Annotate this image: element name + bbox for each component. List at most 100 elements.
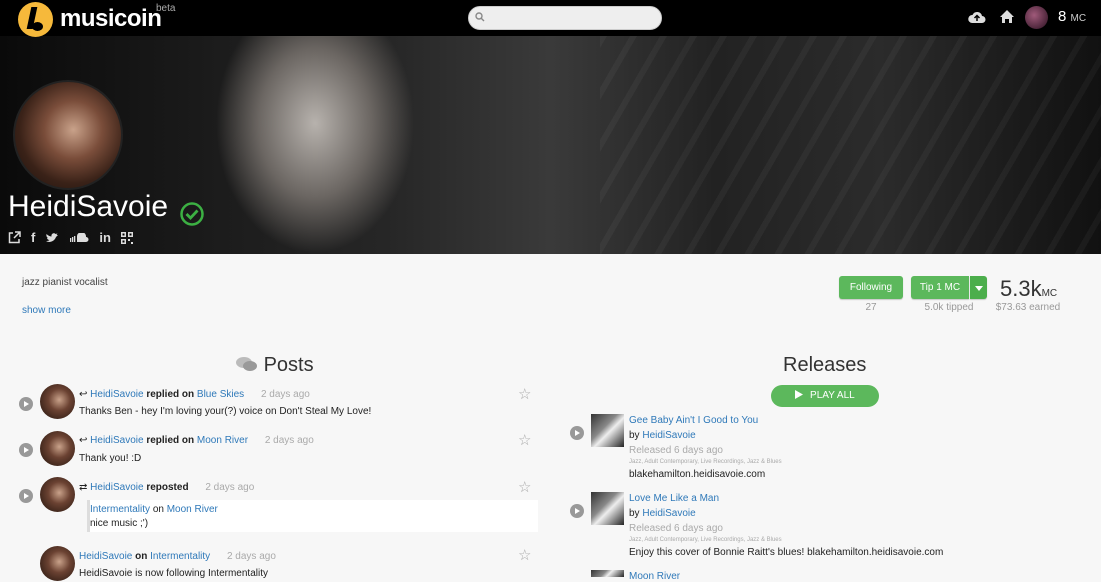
qr-code-icon[interactable] — [120, 231, 133, 244]
post-header: ↩ HeidiSavoie replied on Moon River 2 da… — [79, 435, 314, 446]
release-artist-line: by HeidiSavoie — [629, 430, 696, 441]
play-all-label: PLAY ALL — [810, 390, 855, 401]
search-box[interactable] — [468, 6, 662, 30]
post-user-link[interactable]: HeidiSavoie — [90, 482, 143, 493]
post-play-button[interactable] — [19, 397, 33, 411]
post-user-link[interactable]: HeidiSavoie — [90, 435, 143, 446]
release-genres: Jazz, Adult Contemporary, Live Recording… — [629, 459, 782, 465]
release-artist-link[interactable]: HeidiSavoie — [642, 430, 695, 441]
post-action: replied on — [146, 435, 195, 446]
star-icon[interactable]: ☆ — [518, 478, 531, 496]
app-name[interactable]: musicoin — [60, 5, 162, 33]
play-icon — [795, 390, 804, 399]
release-artist-link[interactable]: HeidiSavoie — [642, 508, 695, 519]
releases-heading: Releases — [783, 354, 867, 376]
post-header: ↩ HeidiSavoie replied on Blue Skies 2 da… — [79, 389, 310, 400]
reply-icon: ↩ — [79, 435, 88, 446]
verified-check-icon — [180, 202, 204, 226]
twitter-icon[interactable] — [45, 232, 59, 244]
posts-title: Posts — [263, 354, 314, 376]
earned-usd: $73.63 earned — [995, 302, 1061, 313]
show-more-link[interactable]: show more — [22, 305, 71, 316]
post-time: 2 days ago — [264, 435, 314, 446]
post-action: on — [135, 551, 148, 562]
post-action: replied on — [146, 389, 195, 400]
external-link-icon[interactable] — [8, 231, 21, 244]
soundcloud-icon[interactable] — [69, 232, 89, 243]
repost-icon: ⇄ — [79, 482, 88, 493]
tipped-total: 5.0k tipped — [924, 302, 974, 313]
earnings-value: 5.3k — [1000, 276, 1042, 301]
search-input[interactable] — [491, 9, 660, 29]
post-avatar[interactable] — [40, 384, 75, 419]
reposted-quote: Intermentality on Moon River nice music … — [87, 500, 538, 532]
post-text: Thank you! :D — [79, 453, 142, 464]
star-icon[interactable]: ☆ — [518, 385, 531, 403]
user-balance[interactable]: 8 MC — [1058, 8, 1086, 25]
post-time: 2 days ago — [205, 482, 255, 493]
post-avatar[interactable] — [40, 477, 75, 512]
earnings-unit: MC — [1041, 288, 1058, 299]
post-target-link[interactable]: Intermentality — [150, 551, 210, 562]
post-avatar[interactable] — [40, 431, 75, 466]
post-header: HeidiSavoie on Intermentality 2 days ago — [79, 551, 276, 562]
beta-label: beta — [156, 3, 176, 14]
social-links: f in — [8, 230, 133, 245]
artist-name: HeidiSavoie — [8, 190, 169, 223]
post-avatar[interactable] — [40, 546, 75, 581]
banner-piano-texture — [600, 36, 1101, 254]
post-action: reposted — [146, 482, 189, 493]
release-by: by — [629, 430, 640, 441]
play-all-button[interactable]: PLAY ALL — [771, 385, 879, 407]
post-play-button[interactable] — [19, 443, 33, 457]
release-artist-line: by HeidiSavoie — [629, 508, 696, 519]
posts-heading: Posts — [236, 354, 314, 377]
profile-banner: HeidiSavoie f in — [0, 36, 1101, 254]
post-target-link[interactable]: Moon River — [197, 435, 248, 446]
facebook-icon[interactable]: f — [31, 230, 35, 245]
release-title-link[interactable]: Love Me Like a Man — [629, 493, 719, 504]
quote-text: nice music ;') — [90, 518, 149, 529]
quote-target-link[interactable]: Moon River — [167, 504, 218, 515]
release-title-link[interactable]: Gee Baby Ain't I Good to You — [629, 415, 758, 426]
quote-user-link[interactable]: Intermentality — [90, 504, 150, 515]
tip-dropdown-button[interactable] — [970, 276, 987, 299]
release-artwork[interactable] — [591, 414, 624, 447]
release-date: Released 6 days ago — [629, 445, 723, 456]
post-target-link[interactable]: Blue Skies — [197, 389, 244, 400]
comments-icon — [236, 357, 257, 371]
tip-button[interactable]: Tip 1 MC — [911, 276, 969, 299]
following-button[interactable]: Following — [839, 276, 903, 299]
reply-icon: ↩ — [79, 389, 88, 400]
earnings-total: 5.3kMC — [1000, 276, 1057, 302]
banner-photo-highlight — [215, 36, 415, 254]
release-genres: Jazz, Adult Contemporary, Live Recording… — [629, 537, 782, 543]
post-time: 2 days ago — [226, 551, 276, 562]
release-date: Released 6 days ago — [629, 523, 723, 534]
upload-cloud-icon[interactable] — [968, 9, 986, 25]
profile-avatar[interactable] — [13, 80, 123, 190]
linkedin-icon[interactable]: in — [99, 230, 111, 245]
star-icon[interactable]: ☆ — [518, 546, 531, 564]
top-navbar: musicoin beta 8 MC — [0, 0, 1101, 37]
star-icon[interactable]: ☆ — [518, 431, 531, 449]
release-description: blakehamilton.heidisavoie.com — [629, 469, 766, 480]
home-icon[interactable] — [999, 9, 1015, 24]
release-description: Enjoy this cover of Bonnie Raitt's blues… — [629, 547, 944, 558]
release-artwork[interactable] — [591, 570, 624, 577]
release-play-button[interactable] — [570, 504, 584, 518]
post-header: ⇄ HeidiSavoie reposted 2 days ago — [79, 482, 254, 493]
post-user-link[interactable]: HeidiSavoie — [90, 389, 143, 400]
release-by: by — [629, 508, 640, 519]
post-play-button[interactable] — [19, 489, 33, 503]
balance-unit: MC — [1070, 13, 1087, 24]
release-artwork[interactable] — [591, 492, 624, 525]
post-user-link[interactable]: HeidiSavoie — [79, 551, 132, 562]
quote-on: on — [152, 504, 164, 515]
user-avatar[interactable] — [1025, 6, 1048, 29]
post-text: Thanks Ben - hey I'm loving your(?) voic… — [79, 406, 372, 417]
follower-count: 27 — [865, 302, 877, 313]
search-icon — [475, 12, 485, 22]
musicoin-logo-icon[interactable] — [18, 2, 53, 37]
release-play-button[interactable] — [570, 426, 584, 440]
